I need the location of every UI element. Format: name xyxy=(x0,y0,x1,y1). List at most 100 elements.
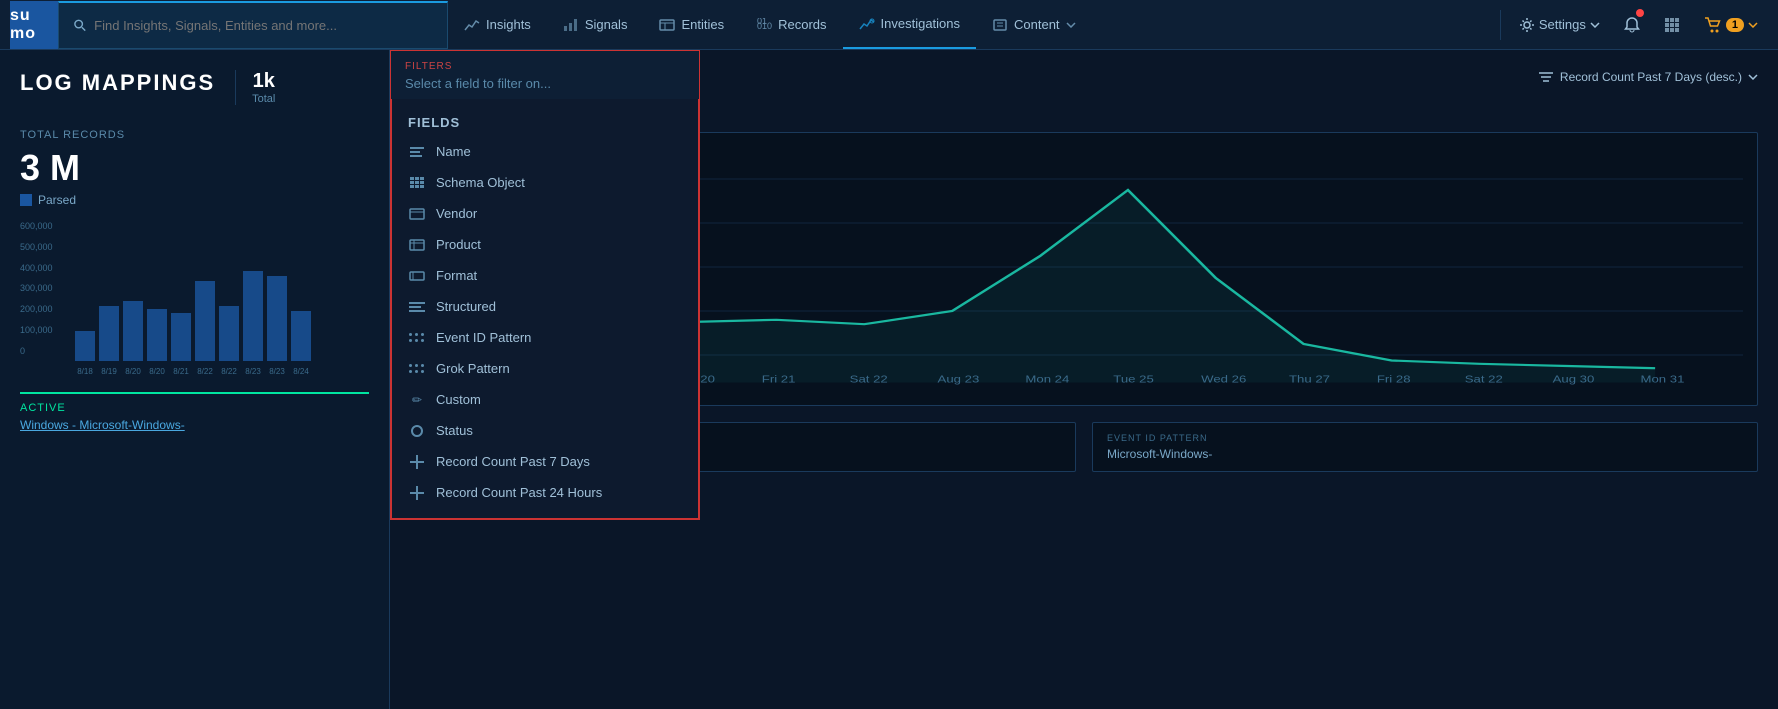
sort-label-text: Record Count Past 7 Days (desc.) xyxy=(1560,70,1742,84)
bar-label: 8/23 xyxy=(267,367,287,376)
parsed-text: Parsed xyxy=(38,193,76,207)
filter-item-record24-label: Record Count Past 24 Hours xyxy=(436,485,602,500)
bar-item xyxy=(195,281,215,361)
investigations-label: Investigations xyxy=(881,16,961,31)
active-label: ACTIVE xyxy=(20,402,369,414)
signals-label: Signals xyxy=(585,17,628,32)
filter-item-vendor[interactable]: Vendor xyxy=(392,198,698,229)
bar-item xyxy=(291,311,311,361)
entities-label: Entities xyxy=(681,17,724,32)
filter-item-product[interactable]: Product xyxy=(392,229,698,260)
filter-overlay: FILTERS Select a field to filter on... F… xyxy=(390,50,700,520)
event-id-pattern-icon xyxy=(408,331,426,345)
svg-text:Tue 25: Tue 25 xyxy=(1113,374,1153,385)
parsed-dot xyxy=(20,194,32,206)
filter-item-status[interactable]: Status xyxy=(392,415,698,446)
bar-label: 8/18 xyxy=(75,367,95,376)
active-section: ACTIVE Windows - Microsoft-Windows- xyxy=(20,392,369,432)
settings-label: Settings xyxy=(1539,17,1586,32)
notifications-button[interactable] xyxy=(1614,1,1650,49)
filter-item-grok-pattern[interactable]: Grok Pattern xyxy=(392,353,698,384)
nav-item-signals[interactable]: Signals xyxy=(547,1,644,49)
bar-label: 8/20 xyxy=(123,367,143,376)
nav-item-investigations[interactable]: Investigations xyxy=(843,1,977,49)
filter-item-name[interactable]: Name xyxy=(392,136,698,167)
filter-item-format-label: Format xyxy=(436,268,477,283)
bottom-card-label-1: EVENT ID PATTERN xyxy=(1107,433,1743,443)
filter-item-vendor-label: Vendor xyxy=(436,206,477,221)
cart-button[interactable]: 1 xyxy=(1694,1,1768,49)
bar-label: 8/24 xyxy=(291,367,311,376)
signals-icon xyxy=(563,18,579,32)
nav-item-insights[interactable]: Insights xyxy=(448,1,547,49)
bar-chart-container: 600,000 500,000 400,000 300,000 200,000 … xyxy=(20,221,369,376)
bottom-card-1: EVENT ID PATTERN Microsoft-Windows- xyxy=(1092,422,1758,472)
status-ring-icon xyxy=(411,425,423,437)
filter-item-structured-label: Structured xyxy=(436,299,496,314)
product-icon xyxy=(408,238,426,252)
active-item-link[interactable]: Windows - Microsoft-Windows- xyxy=(20,418,369,432)
filter-item-record-count-24[interactable]: Record Count Past 24 Hours xyxy=(392,477,698,508)
name-icon xyxy=(408,145,426,159)
filter-item-event-id-label: Event ID Pattern xyxy=(436,330,531,345)
nav-item-content[interactable]: Content xyxy=(976,1,1092,49)
record-count-24-icon xyxy=(408,486,426,500)
parsed-legend: Parsed xyxy=(20,193,369,207)
cart-badge: 1 xyxy=(1726,18,1744,32)
topnav: su mo Insights Signals xyxy=(0,0,1778,50)
bar-item xyxy=(147,309,167,361)
bar-item xyxy=(171,313,191,361)
filter-item-event-id-pattern[interactable]: Event ID Pattern xyxy=(392,322,698,353)
bar-item xyxy=(99,306,119,361)
cart-chevron-icon xyxy=(1748,22,1758,28)
search-icon xyxy=(73,18,86,32)
filter-item-record-count-7[interactable]: Record Count Past 7 Days xyxy=(392,446,698,477)
cart-icon xyxy=(1704,17,1722,33)
fields-label: FIELDS xyxy=(392,109,698,136)
bar-item xyxy=(243,271,263,361)
svg-text:Fri 21: Fri 21 xyxy=(762,374,796,385)
page-header: LOG MAPPINGS 1k Total xyxy=(20,70,369,105)
sort-control[interactable]: Record Count Past 7 Days (desc.) xyxy=(1538,70,1758,84)
bar-item xyxy=(219,306,239,361)
svg-text:Mon 31: Mon 31 xyxy=(1640,374,1684,385)
svg-text:Wed 26: Wed 26 xyxy=(1201,374,1246,385)
filter-item-custom[interactable]: ✏ Custom xyxy=(392,384,698,415)
filter-item-structured[interactable]: Structured xyxy=(392,291,698,322)
bell-icon xyxy=(1624,17,1640,33)
filter-body: FIELDS Name xyxy=(390,99,700,520)
settings-button[interactable]: Settings xyxy=(1509,1,1610,49)
filter-header-label: FILTERS xyxy=(405,61,685,72)
record-count-7-icon xyxy=(408,455,426,469)
nav-item-entities[interactable]: Entities xyxy=(643,1,740,49)
bar-label: 8/19 xyxy=(99,367,119,376)
entities-icon xyxy=(659,18,675,32)
format-icon xyxy=(408,269,426,283)
apps-grid-icon xyxy=(1664,17,1680,33)
settings-icon xyxy=(1519,17,1535,33)
records-label: Records xyxy=(778,17,826,32)
structured-icon xyxy=(408,300,426,314)
nav-right: Settings xyxy=(1496,1,1768,49)
filter-item-record7-label: Record Count Past 7 Days xyxy=(436,454,590,469)
search-input[interactable] xyxy=(94,18,433,33)
bar-label: 8/23 xyxy=(243,367,263,376)
nav-items: Insights Signals Entities 0101 01 xyxy=(448,1,1496,49)
nav-item-records[interactable]: 0101 01 Records xyxy=(740,1,842,49)
sort-icon xyxy=(1538,70,1554,84)
page-count-number: 1k xyxy=(252,70,275,93)
svg-text:Mon 24: Mon 24 xyxy=(1025,374,1069,385)
status-icon xyxy=(408,424,426,438)
apps-button[interactable] xyxy=(1654,1,1690,49)
content-label: Content xyxy=(1014,17,1060,32)
page-title-text: LOG MAPPINGS xyxy=(20,70,215,96)
filter-item-schema-object[interactable]: Schema Object xyxy=(392,167,698,198)
logo[interactable]: su mo xyxy=(10,1,58,49)
filter-item-format[interactable]: Format xyxy=(392,260,698,291)
search-bar[interactable] xyxy=(58,1,448,49)
filter-header: FILTERS Select a field to filter on... xyxy=(390,50,700,99)
nav-divider-1 xyxy=(1500,10,1501,40)
bar-label: 8/22 xyxy=(195,367,215,376)
svg-text:Thu 27: Thu 27 xyxy=(1289,374,1330,385)
filter-item-schema-label: Schema Object xyxy=(436,175,525,190)
